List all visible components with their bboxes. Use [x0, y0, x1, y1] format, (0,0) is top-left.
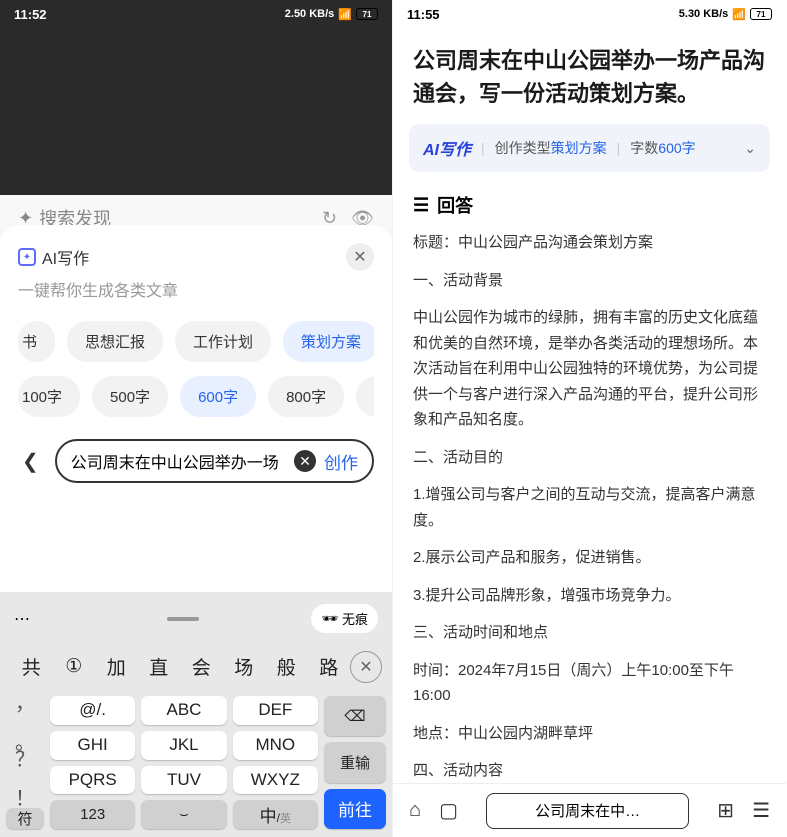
battery-icon: 71 [750, 8, 772, 20]
keyboard: ⋯ 🕶 无痕 共 ① 加 直 会 场 般 路 ✕ ，。 ？！ 符 [0, 592, 392, 837]
chip-word[interactable]: 1000字 [356, 376, 374, 417]
space-key[interactable]: ⌣ [141, 800, 226, 829]
chip-type[interactable]: 工作计划 [175, 321, 271, 362]
num-key[interactable]: 123 [50, 800, 135, 829]
answer-heading: ☰ 回答 [393, 186, 786, 230]
key[interactable]: PQRS [50, 766, 135, 795]
chip-type-active[interactable]: 策划方案 [283, 321, 374, 362]
tabs-icon[interactable]: ▢ [439, 798, 458, 823]
menu-icon[interactable]: ☰ [752, 798, 770, 823]
bottom-nav: ⌂ ▢ 公司周末在中… ⊞ ☰ [393, 783, 786, 837]
chip-word[interactable]: 800字 [268, 376, 344, 417]
chip-word-active[interactable]: 600字 [180, 376, 256, 417]
type-label: 创作类型策划方案 [495, 138, 607, 158]
panel-subtitle: 一键帮你生成各类文章 [18, 277, 374, 301]
options-bar[interactable]: AI写作 | 创作类型策划方案 | 字数600字 ⌄ [409, 124, 770, 172]
address-pill[interactable]: 公司周末在中… [486, 793, 689, 829]
key[interactable]: MNO [233, 731, 318, 760]
phone-right: 11:55 5.30 KB/s 📶 71 公司周末在中山公园举办一场产品沟通会，… [393, 0, 786, 837]
ai-badge: AI写作 [423, 136, 471, 160]
candidate-delete[interactable]: ✕ [350, 651, 382, 683]
candidate[interactable]: 般 [265, 647, 308, 686]
chip-type[interactable]: 书 [18, 321, 55, 362]
key[interactable]: GHI [50, 731, 135, 760]
panel-title-text: AI写作 [42, 245, 89, 269]
answer-content: 标题：中山公园产品沟通会策划方案 一、活动背景 中山公园作为城市的绿肺，拥有丰富… [393, 230, 786, 837]
key[interactable]: @/. [50, 696, 135, 725]
candidate[interactable]: ① [53, 649, 96, 684]
incognito-toggle[interactable]: 🕶 无痕 [311, 604, 378, 633]
candidate[interactable]: 直 [138, 647, 181, 686]
phone-left: 11:52 2.50 KB/s 📶 71 ✦ 搜索发现 ↻ 👁 ✦ AI写作 ✕… [0, 0, 393, 837]
chevron-down-icon[interactable]: ⌄ [744, 140, 756, 157]
incognito-icon: 🕶 [321, 611, 338, 627]
page-title: 公司周末在中山公园举办一场产品沟通会，写一份活动策划方案。 [393, 28, 786, 124]
go-key[interactable]: 前往 [324, 789, 386, 829]
back-button[interactable]: ❮ [18, 449, 43, 474]
type-chips: 书 思想汇报 工作计划 策划方案 商业计划 [18, 321, 374, 362]
candidate-row: 共 ① 加 直 会 场 般 路 ✕ [0, 641, 392, 692]
signal-icon: 📶 [732, 8, 746, 21]
status-net: 5.30 KB/s [679, 8, 729, 20]
backspace-key[interactable]: ⌫ [324, 696, 386, 736]
candidate[interactable]: 路 [308, 647, 351, 686]
key[interactable]: DEF [233, 696, 318, 725]
status-time: 11:52 [14, 7, 47, 22]
key[interactable]: JKL [141, 731, 226, 760]
prompt-input[interactable] [71, 452, 286, 470]
symbol-key[interactable]: 符 [6, 808, 44, 829]
grid-icon[interactable]: ⊞ [717, 798, 734, 823]
ai-icon: ✦ [18, 248, 36, 266]
status-right: 2.50 KB/s 📶 71 [285, 8, 378, 21]
create-button[interactable]: 创作 [324, 449, 358, 474]
chip-word[interactable]: 100字 [18, 376, 80, 417]
home-icon[interactable]: ⌂ [409, 799, 421, 822]
word-chips: 100字 500字 600字 800字 1000字 [18, 376, 374, 417]
reinput-key[interactable]: 重输 [324, 742, 386, 782]
kb-handle[interactable] [167, 617, 199, 621]
status-time: 11:55 [407, 7, 440, 22]
candidate[interactable]: 共 [10, 647, 53, 686]
candidate[interactable]: 场 [223, 647, 266, 686]
candidate[interactable]: 加 [95, 647, 138, 686]
punct-key[interactable]: ？！ [6, 752, 44, 802]
signal-icon: 📶 [338, 8, 352, 21]
lang-key[interactable]: 中/英 [233, 800, 318, 829]
answer-icon: ☰ [413, 195, 429, 216]
kb-settings-icon[interactable]: ⋯ [14, 609, 54, 629]
candidate[interactable]: 会 [180, 647, 223, 686]
close-button[interactable]: ✕ [346, 243, 374, 271]
status-bar: 11:55 5.30 KB/s 📶 71 [393, 0, 786, 28]
key[interactable]: ABC [141, 696, 226, 725]
status-bar: 11:52 2.50 KB/s 📶 71 [0, 0, 392, 28]
dark-backdrop: 11:52 2.50 KB/s 📶 71 [0, 0, 392, 200]
key[interactable]: TUV [141, 766, 226, 795]
panel-title: ✦ AI写作 [18, 245, 89, 269]
prompt-input-wrap[interactable]: ✕ 创作 [55, 439, 374, 483]
incognito-label: 无痕 [342, 609, 368, 628]
chip-word[interactable]: 500字 [92, 376, 168, 417]
status-net: 2.50 KB/s [285, 8, 335, 20]
punct-key[interactable]: ，。 [6, 696, 44, 746]
key[interactable]: WXYZ [233, 766, 318, 795]
clear-button[interactable]: ✕ [294, 450, 316, 472]
word-label: 字数600字 [630, 138, 695, 158]
battery-icon: 71 [356, 8, 378, 20]
chip-type[interactable]: 思想汇报 [67, 321, 163, 362]
